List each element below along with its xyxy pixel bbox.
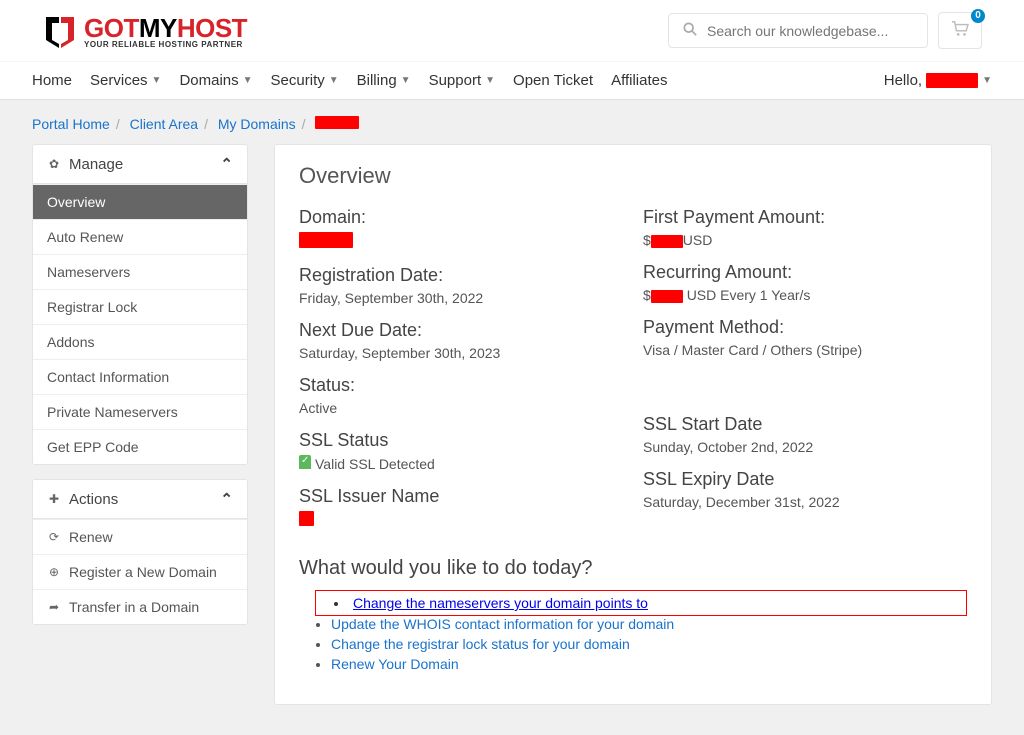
- chevron-down-icon: ▼: [152, 75, 162, 86]
- redacted-first-payment: [651, 235, 683, 248]
- list-item: Update the WHOIS contact information for…: [331, 616, 967, 632]
- chevron-down-icon: ▼: [982, 75, 992, 86]
- redacted-ssl-issuer: [299, 511, 314, 526]
- label-ssl-issuer: SSL Issuer Name: [299, 486, 623, 507]
- breadcrumb-client-area[interactable]: Client Area: [130, 116, 198, 132]
- link-renew-domain[interactable]: Renew Your Domain: [331, 656, 459, 672]
- sidebar-item-private-nameservers[interactable]: Private Nameservers: [33, 394, 247, 429]
- value-ssl-start: Sunday, October 2nd, 2022: [643, 439, 967, 455]
- chevron-down-icon: ▼: [401, 75, 411, 86]
- list-item: Change the nameservers your domain point…: [316, 591, 966, 615]
- sidebar-item-auto-renew[interactable]: Auto Renew: [33, 219, 247, 254]
- value-ssl-status: Valid SSL Detected: [315, 456, 435, 472]
- label-first-payment: First Payment Amount:: [643, 207, 967, 228]
- nav-home[interactable]: Home: [32, 72, 72, 89]
- label-registration-date: Registration Date:: [299, 265, 623, 286]
- sidebar: ✿ Manage ⌃ Overview Auto Renew Nameserve…: [32, 144, 248, 639]
- search-icon: [683, 22, 697, 39]
- label-recurring-amount: Recurring Amount:: [643, 262, 967, 283]
- list-item: Renew Your Domain: [331, 656, 967, 672]
- chevron-down-icon: ▼: [485, 75, 495, 86]
- sidebar-item-contact-information[interactable]: Contact Information: [33, 359, 247, 394]
- label-payment-method: Payment Method:: [643, 317, 967, 338]
- panel-manage-header[interactable]: ✿ Manage ⌃: [33, 145, 247, 184]
- nav-domains[interactable]: Domains▼: [179, 72, 252, 89]
- label-ssl-status: SSL Status: [299, 430, 623, 451]
- nav-billing[interactable]: Billing▼: [357, 72, 411, 89]
- redacted-domain-value: [299, 232, 353, 248]
- topbar: GOTMYHOST YOUR RELIABLE HOSTING PARTNER …: [0, 0, 1024, 61]
- right-column: First Payment Amount: $USD Recurring Amo…: [643, 207, 967, 543]
- refresh-icon: ⟳: [47, 530, 61, 544]
- plus-icon: ✚: [47, 492, 61, 506]
- page-title: Overview: [299, 163, 967, 189]
- cart-icon: [951, 24, 969, 40]
- highlighted-action: Change the nameservers your domain point…: [315, 590, 967, 616]
- gear-icon: ✿: [47, 157, 61, 171]
- label-ssl-start: SSL Start Date: [643, 414, 967, 435]
- nav-affiliates[interactable]: Affiliates: [611, 72, 667, 89]
- nav-support[interactable]: Support▼: [429, 72, 495, 89]
- breadcrumb-my-domains[interactable]: My Domains: [218, 116, 296, 132]
- value-next-due-date: Saturday, September 30th, 2023: [299, 345, 623, 361]
- lock-icon: [299, 455, 311, 469]
- redacted-username: [926, 73, 978, 88]
- nav-services[interactable]: Services▼: [90, 72, 161, 89]
- link-registrar-lock[interactable]: Change the registrar lock status for you…: [331, 636, 630, 652]
- sidebar-item-registrar-lock[interactable]: Registrar Lock: [33, 289, 247, 324]
- label-domain: Domain:: [299, 207, 623, 228]
- logo-host: HOST: [177, 13, 247, 43]
- sidebar-item-addons[interactable]: Addons: [33, 324, 247, 359]
- panel-manage: ✿ Manage ⌃ Overview Auto Renew Nameserve…: [32, 144, 248, 465]
- chevron-down-icon: ▼: [243, 75, 253, 86]
- label-ssl-expiry: SSL Expiry Date: [643, 469, 967, 490]
- sidebar-item-nameservers[interactable]: Nameservers: [33, 254, 247, 289]
- main-panel: Overview Domain: Registration Date: Frid…: [274, 144, 992, 705]
- link-update-whois[interactable]: Update the WHOIS contact information for…: [331, 616, 674, 632]
- logo-got: GOT: [84, 13, 139, 43]
- logo-tagline: YOUR RELIABLE HOSTING PARTNER: [84, 40, 247, 49]
- value-registration-date: Friday, September 30th, 2022: [299, 290, 623, 306]
- nav-security[interactable]: Security▼: [271, 72, 339, 89]
- chevron-up-icon: ⌃: [220, 155, 233, 173]
- todo-heading: What would you like to do today?: [299, 557, 967, 580]
- hello-menu[interactable]: Hello, ▼: [884, 72, 992, 89]
- value-ssl-expiry: Saturday, December 31st, 2022: [643, 494, 967, 510]
- sidebar-item-get-epp-code[interactable]: Get EPP Code: [33, 429, 247, 464]
- link-change-nameservers[interactable]: Change the nameservers your domain point…: [353, 595, 648, 611]
- label-next-due-date: Next Due Date:: [299, 320, 623, 341]
- value-status: Active: [299, 400, 623, 416]
- cart-button[interactable]: 0: [938, 12, 982, 49]
- chevron-down-icon: ▼: [329, 75, 339, 86]
- breadcrumb-portal-home[interactable]: Portal Home: [32, 116, 110, 132]
- sidebar-item-overview[interactable]: Overview: [33, 184, 247, 219]
- logo[interactable]: GOTMYHOST YOUR RELIABLE HOSTING PARTNER: [42, 13, 247, 49]
- search-input[interactable]: [707, 23, 913, 39]
- redacted-recurring: [651, 290, 683, 303]
- value-recurring-suffix: USD Every 1 Year/s: [687, 287, 811, 303]
- main-nav: Home Services▼ Domains▼ Security▼ Billin…: [0, 61, 1024, 100]
- redacted-domain-crumb: [315, 116, 359, 129]
- panel-actions-header[interactable]: ✚ Actions ⌃: [33, 480, 247, 519]
- cart-badge: 0: [971, 9, 985, 23]
- logo-mark-icon: [42, 14, 80, 48]
- breadcrumb: Portal Home/ Client Area/ My Domains/: [32, 110, 992, 144]
- value-payment-method: Visa / Master Card / Others (Stripe): [643, 342, 967, 358]
- share-icon: ➦: [47, 600, 61, 614]
- list-item: Change the registrar lock status for you…: [331, 636, 967, 652]
- nav-open-ticket[interactable]: Open Ticket: [513, 72, 593, 89]
- label-status: Status:: [299, 375, 623, 396]
- logo-my: MY: [139, 13, 177, 43]
- action-renew[interactable]: ⟳ Renew: [33, 519, 247, 554]
- left-column: Domain: Registration Date: Friday, Septe…: [299, 207, 623, 543]
- globe-icon: ⊕: [47, 565, 61, 579]
- action-transfer-domain[interactable]: ➦ Transfer in a Domain: [33, 589, 247, 624]
- value-first-suffix: USD: [683, 232, 713, 248]
- panel-actions: ✚ Actions ⌃ ⟳ Renew ⊕ Register a New Dom…: [32, 479, 248, 625]
- search-wrapper[interactable]: [668, 13, 928, 48]
- action-register-domain[interactable]: ⊕ Register a New Domain: [33, 554, 247, 589]
- chevron-up-icon: ⌃: [220, 490, 233, 508]
